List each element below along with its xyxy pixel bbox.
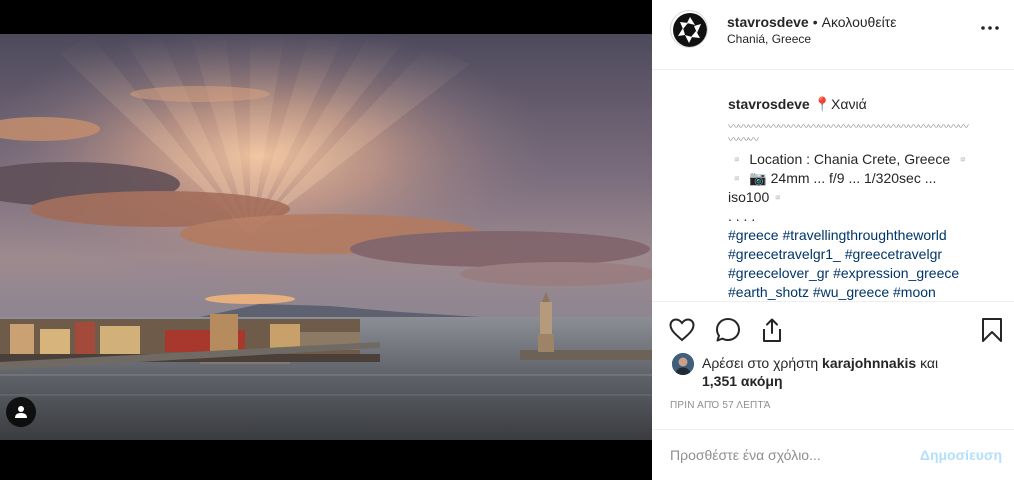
caption-iso-line: iso100▫️ (728, 189, 787, 205)
hashtag-link[interactable]: #greece (728, 227, 779, 243)
share-icon (763, 318, 781, 342)
photo-pane (0, 0, 652, 480)
caption-dots-line: . . . . (728, 208, 756, 224)
liker-username[interactable]: karajohnnakis (822, 355, 916, 371)
caption-username[interactable]: stavrosdeve (728, 96, 810, 112)
comment-icon (716, 318, 740, 342)
post-side-panel: stavrosdeve • Ακολουθείτε Chaniá, Greece s… (652, 0, 1014, 480)
hashtag-link[interactable]: #travellingthroughtheworld (782, 227, 946, 243)
tagged-people-button[interactable] (6, 397, 36, 427)
hashtag-link[interactable]: #greecelover_gr (728, 265, 829, 281)
caption-wave-line: 〰〰〰〰〰〰〰〰〰〰〰〰〰〰〰〰〰〰〰〰〰〰〰〰 (728, 121, 969, 133)
hashtag-link[interactable]: #greecetravelgr (845, 246, 942, 262)
post-header: stavrosdeve • Ακολουθείτε Chaniá, Greece (652, 0, 1014, 70)
author-avatar[interactable] (670, 10, 708, 48)
liker-avatar[interactable] (672, 353, 694, 375)
person-icon (15, 406, 27, 418)
hashtag-link[interactable]: #moon (893, 284, 936, 300)
add-comment-section: Δημοσίευση (652, 429, 1014, 480)
caption-wave-line-2: 〰〰〰 (728, 134, 759, 146)
comment-input[interactable] (670, 442, 900, 468)
likes-conjunction: και (920, 355, 939, 371)
header-title-line: stavrosdeve • Ακολουθείτε (727, 14, 896, 30)
caption-scroll-area[interactable]: stavrosdeve 📍Χανιά 〰〰〰〰〰〰〰〰〰〰〰〰〰〰〰〰〰〰〰〰〰… (652, 71, 1014, 301)
ellipsis-icon (981, 26, 999, 30)
bookmark-icon (982, 318, 1002, 342)
comment-button[interactable] (714, 316, 742, 344)
hashtag-link[interactable]: #wu_greece (813, 284, 889, 300)
hashtag-link[interactable]: #greecetravelgr1_ (728, 246, 841, 262)
hashtag-link[interactable]: #expression_greece (833, 265, 959, 281)
caption-title: 📍Χανιά (813, 96, 867, 112)
likes-prefix: Αρέσει στο χρήστη (702, 355, 819, 371)
follow-status-button[interactable]: Ακολουθείτε (822, 14, 897, 30)
post-caption: stavrosdeve 📍Χανιά 〰〰〰〰〰〰〰〰〰〰〰〰〰〰〰〰〰〰〰〰〰… (728, 95, 998, 301)
post-photo[interactable] (0, 34, 652, 440)
caption-location-line: ▫️ Location : Chania Crete, Greece ▫️ (728, 151, 972, 167)
more-options-button[interactable] (978, 18, 1002, 38)
sunset-harbor-image (0, 34, 652, 440)
aperture-logo-icon (673, 13, 707, 47)
hashtag-link[interactable]: #earth_shotz (728, 284, 809, 300)
likes-count[interactable]: 1,351 ακόμη (702, 373, 783, 389)
author-username[interactable]: stavrosdeve (727, 14, 809, 30)
post-location[interactable]: Chaniá, Greece (727, 32, 811, 46)
post-comment-button[interactable]: Δημοσίευση (920, 447, 1002, 463)
share-button[interactable] (758, 316, 786, 344)
caption-hashtags: #greece #travellingthroughtheworld #gree… (728, 226, 998, 301)
person-avatar-icon (672, 353, 694, 375)
like-button[interactable] (668, 316, 696, 344)
heart-icon (669, 318, 695, 342)
likes-summary: Αρέσει στο χρήστη karajohnnakis και 1,35… (672, 352, 1002, 392)
header-separator: • (812, 14, 818, 30)
post-modal: stavrosdeve • Ακολουθείτε Chaniá, Greece s… (0, 0, 1014, 480)
post-timestamp[interactable]: ΠΡΙΝ ΑΠΌ 57 ΛΕΠΤΆ (670, 400, 771, 411)
save-button[interactable] (978, 316, 1006, 344)
caption-camera-line: ▫️ 📷 24mm ... f/9 ... 1/320sec ... (728, 170, 937, 186)
likes-text: Αρέσει στο χρήστη karajohnnakis και 1,35… (702, 354, 1002, 390)
